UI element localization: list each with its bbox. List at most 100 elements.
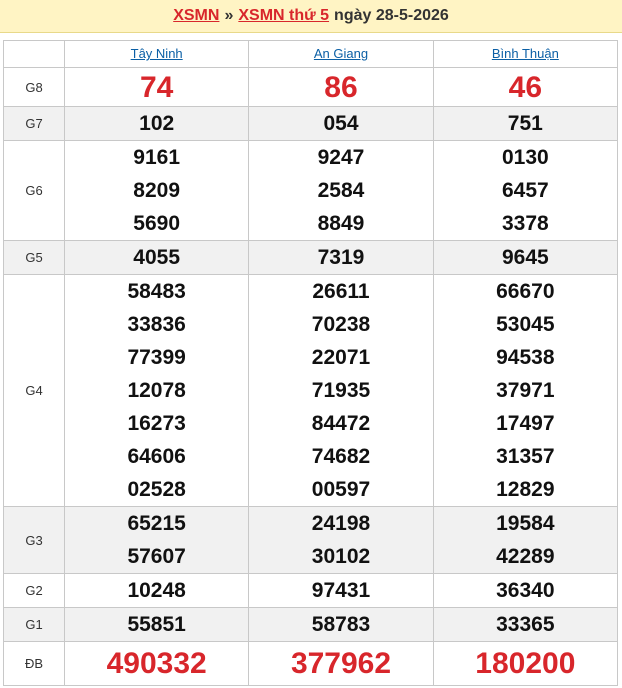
result-number: 65215 <box>127 512 186 535</box>
result-cell: 102 <box>63 106 250 141</box>
result-number: 377962 <box>290 647 392 680</box>
result-number: 74682 <box>311 445 371 468</box>
result-cell: 9161 8209 5690 <box>63 140 250 241</box>
prize-row-g2: G2 10248 97431 36340 <box>3 573 619 608</box>
result-number: 26611 <box>312 280 370 303</box>
result-cell: 24198 30102 <box>248 506 434 574</box>
province-header-row: Tây Ninh An Giang Bình Thuận <box>3 40 619 68</box>
prize-row-g4: G4 58483 33836 77399 12078 16273 64606 02528 266… <box>3 274 619 507</box>
result-number: 02528 <box>127 478 186 501</box>
result-cell: 86 <box>248 67 434 107</box>
result-number: 97431 <box>311 579 371 602</box>
result-number: 37971 <box>496 379 555 402</box>
result-number: 9247 <box>317 146 365 169</box>
result-number: 77399 <box>127 346 186 369</box>
result-cell: 377962 <box>248 641 434 686</box>
result-cell: 33365 <box>432 607 619 642</box>
result-number: 102 <box>139 112 175 135</box>
draw-date: ngày 28-5-2026 <box>334 7 449 24</box>
result-cell: 7319 <box>248 240 434 275</box>
result-cell: 66670 53045 94538 37971 17497 31357 12829 <box>432 274 619 507</box>
lottery-results-table: Tây Ninh An Giang Bình Thuận G8 74 86 46 G7 1… <box>3 40 619 686</box>
result-number: 16273 <box>127 412 186 435</box>
result-number: 2584 <box>317 179 365 202</box>
prize-row-g7: G7 102 054 751 <box>3 106 619 141</box>
result-number: 71935 <box>311 379 371 402</box>
result-number: 17497 <box>496 412 555 435</box>
result-cell: 65215 57607 <box>63 506 250 574</box>
result-number: 33836 <box>127 313 186 336</box>
prize-label: G7 <box>3 106 65 141</box>
prize-label: ĐB <box>3 641 65 686</box>
result-number: 8209 <box>133 179 181 202</box>
result-number: 9161 <box>133 146 181 169</box>
result-number: 3378 <box>501 212 549 235</box>
result-cell: 054 <box>248 106 434 141</box>
prize-row-g8: G8 74 86 46 <box>3 67 619 107</box>
result-number: 10248 <box>127 579 186 602</box>
result-cell: 180200 <box>432 641 619 686</box>
result-number: 12078 <box>127 379 186 402</box>
result-number: 58783 <box>311 613 371 636</box>
result-cell: 97431 <box>248 573 434 608</box>
result-number: 58483 <box>127 280 186 303</box>
page-title-bar: XSMN » XSMN thứ 5 ngày 28-5-2026 <box>0 0 622 33</box>
result-number: 57607 <box>127 545 186 568</box>
result-cell: 9645 <box>432 240 619 275</box>
prize-label: G4 <box>3 274 65 507</box>
result-number: 30102 <box>311 545 371 568</box>
result-number: 66670 <box>496 280 555 303</box>
prize-label: G8 <box>3 67 65 107</box>
result-number: 490332 <box>106 647 207 680</box>
province-header: An Giang <box>248 40 434 68</box>
prize-row-g6: G6 9161 8209 5690 9247 2584 8849 0130 6457 3378 <box>3 140 619 241</box>
province-link-an-giang[interactable]: An Giang <box>314 46 368 61</box>
result-number: 5690 <box>133 212 181 235</box>
prize-label-header <box>3 40 65 68</box>
result-number: 0130 <box>501 146 549 169</box>
result-number: 33365 <box>496 613 555 636</box>
result-number: 9645 <box>501 246 549 269</box>
result-number: 46 <box>508 70 543 104</box>
result-number: 64606 <box>127 445 186 468</box>
province-link-binh-thuan[interactable]: Bình Thuận <box>492 46 559 61</box>
result-number: 70238 <box>311 313 371 336</box>
result-number: 22071 <box>311 346 371 369</box>
breadcrumb-separator: » <box>224 7 234 24</box>
result-number: 12829 <box>496 478 555 501</box>
result-number: 751 <box>507 112 543 135</box>
province-link-tay-ninh[interactable]: Tây Ninh <box>131 46 183 61</box>
result-number: 74 <box>139 70 174 104</box>
result-cell: 36340 <box>432 573 619 608</box>
result-cell: 751 <box>432 106 619 141</box>
result-number: 00597 <box>311 478 371 501</box>
result-number: 24198 <box>311 512 371 535</box>
result-cell: 19584 42289 <box>432 506 619 574</box>
prize-row-g3: G3 65215 57607 24198 30102 19584 42289 <box>3 506 619 574</box>
prize-row-db: ĐB 490332 377962 180200 <box>3 641 619 686</box>
result-cell: 58783 <box>248 607 434 642</box>
result-number: 19584 <box>496 512 555 535</box>
result-number: 6457 <box>501 179 549 202</box>
prize-row-g1: G1 55851 58783 33365 <box>3 607 619 642</box>
result-number: 53045 <box>496 313 555 336</box>
result-number: 8849 <box>317 212 365 235</box>
result-number: 4055 <box>133 246 181 269</box>
prize-label: G1 <box>3 607 65 642</box>
result-cell: 55851 <box>63 607 250 642</box>
xsmn-link[interactable]: XSMN <box>173 7 219 25</box>
prize-label: G3 <box>3 506 65 574</box>
prize-row-g5: G5 4055 7319 9645 <box>3 240 619 275</box>
result-number: 7319 <box>317 246 365 269</box>
result-cell: 74 <box>63 67 250 107</box>
result-number: 86 <box>324 70 358 104</box>
result-cell: 9247 2584 8849 <box>248 140 434 241</box>
result-cell: 26611 70238 22071 71935 84472 74682 00597 <box>248 274 434 507</box>
result-number: 180200 <box>475 647 576 680</box>
result-number: 42289 <box>496 545 555 568</box>
result-number: 55851 <box>127 613 186 636</box>
result-cell: 46 <box>432 67 619 107</box>
xsmn-thursday-link[interactable]: XSMN thứ 5 <box>238 7 329 25</box>
result-number: 94538 <box>496 346 555 369</box>
result-number: 054 <box>323 112 359 135</box>
